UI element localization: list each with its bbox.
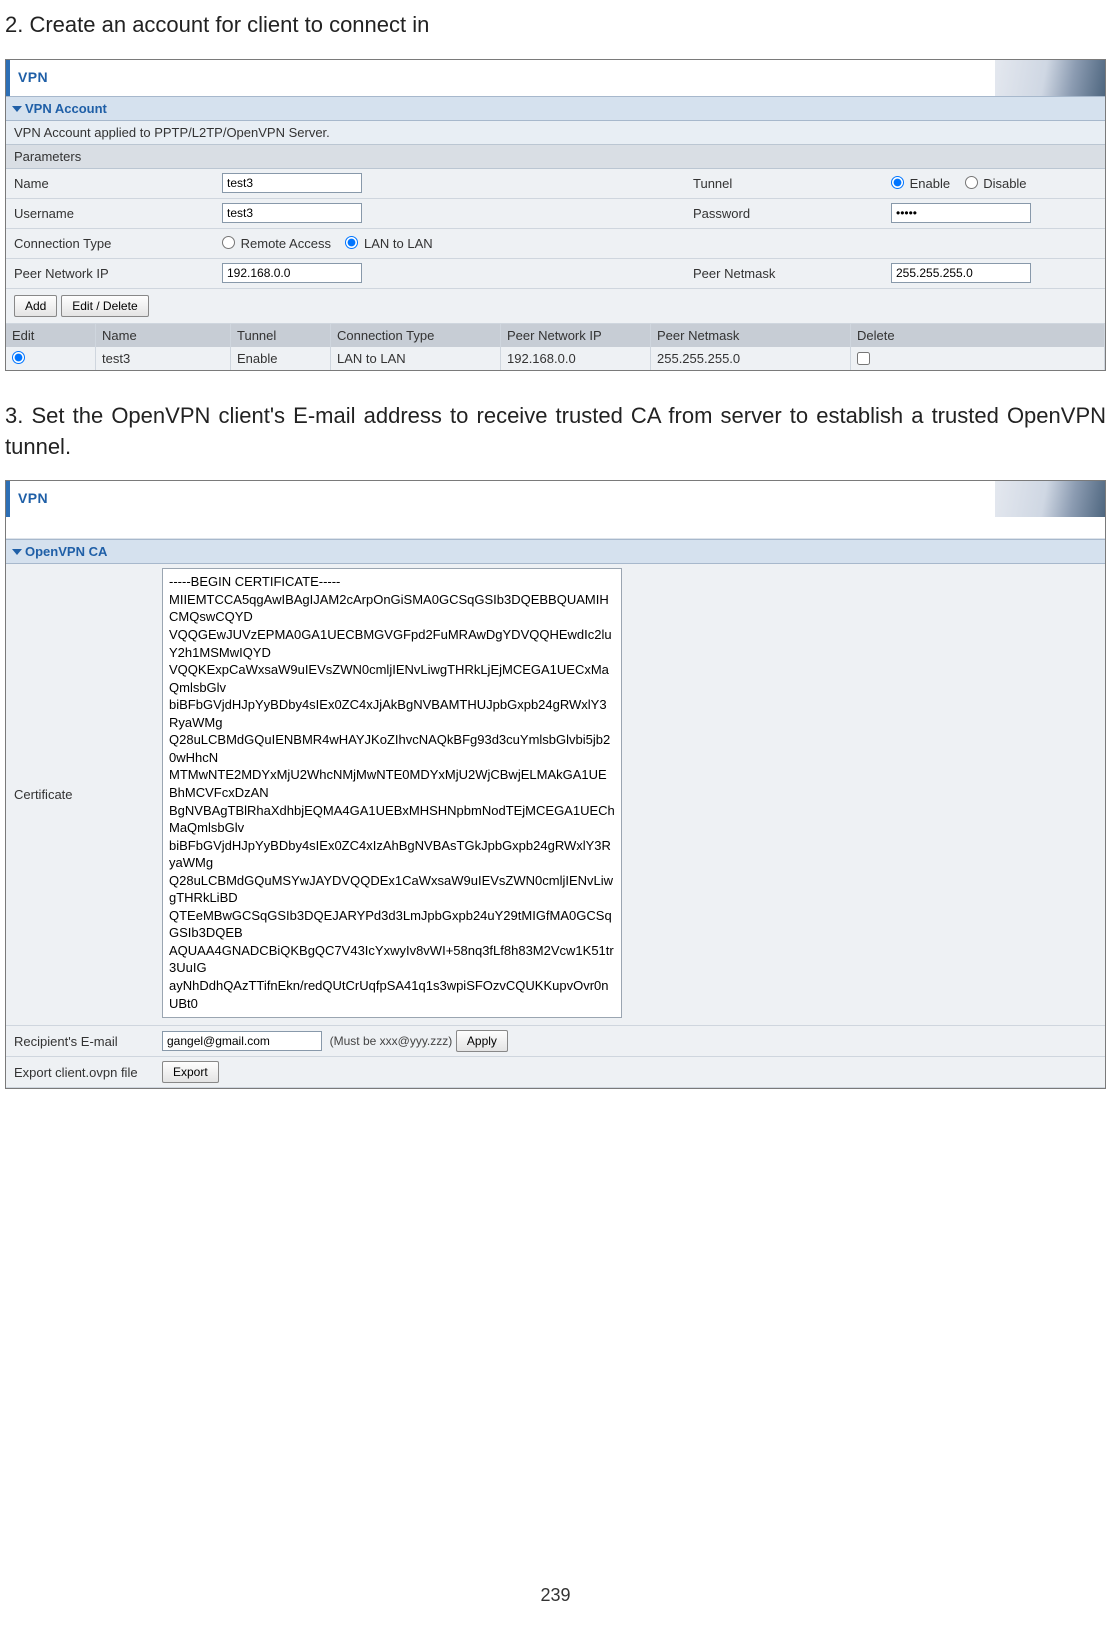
row-delete-checkbox[interactable] bbox=[857, 352, 870, 365]
radio-enable[interactable]: Enable bbox=[891, 176, 950, 191]
row-export: Export client.ovpn file Export bbox=[6, 1057, 1105, 1088]
section-vpn-account[interactable]: VPN Account bbox=[6, 96, 1105, 121]
edit-delete-button[interactable]: Edit / Delete bbox=[61, 295, 148, 317]
input-name[interactable] bbox=[222, 173, 362, 193]
decorative-banner bbox=[995, 481, 1105, 517]
label-connection-type: Connection Type bbox=[6, 231, 216, 256]
decorative-banner bbox=[995, 60, 1105, 96]
page-number: 239 bbox=[0, 1585, 1111, 1606]
tab-row: VPN bbox=[6, 60, 1105, 96]
vpn-account-info: VPN Account applied to PPTP/L2TP/OpenVPN… bbox=[6, 121, 1105, 145]
td-name: test3 bbox=[96, 347, 231, 370]
add-button[interactable]: Add bbox=[14, 295, 57, 317]
row-recipient-email: Recipient's E-mail (Must be xxx@yyy.zzz)… bbox=[6, 1026, 1105, 1057]
td-peer-network-ip: 192.168.0.0 bbox=[501, 347, 651, 370]
label-certificate: Certificate bbox=[6, 564, 156, 1025]
openvpn-ca-panel: VPN OpenVPN CA Certificate Recipient's E… bbox=[5, 480, 1106, 1089]
chevron-down-icon bbox=[12, 549, 22, 555]
table-header: Edit Name Tunnel Connection Type Peer Ne… bbox=[6, 324, 1105, 347]
input-peer-netmask[interactable] bbox=[891, 263, 1031, 283]
label-recipient-email: Recipient's E-mail bbox=[6, 1026, 156, 1056]
label-tunnel: Tunnel bbox=[685, 171, 885, 196]
email-hint: (Must be xxx@yyy.zzz) bbox=[330, 1034, 453, 1048]
tab-vpn-2[interactable]: VPN bbox=[10, 481, 56, 517]
step-2-text: 2. Create an account for client to conne… bbox=[5, 10, 1106, 41]
textarea-certificate[interactable] bbox=[162, 568, 622, 1018]
spacer-row bbox=[6, 517, 1105, 539]
th-connection-type: Connection Type bbox=[331, 324, 501, 347]
export-button[interactable]: Export bbox=[162, 1061, 219, 1083]
row-name: Name Tunnel Enable Disable bbox=[6, 169, 1105, 199]
radio-lan-to-lan[interactable]: LAN to LAN bbox=[345, 236, 432, 251]
chevron-down-icon bbox=[12, 106, 22, 112]
banner-area-2 bbox=[56, 481, 1105, 517]
label-peer-netmask: Peer Netmask bbox=[685, 261, 885, 286]
td-tunnel: Enable bbox=[231, 347, 331, 370]
td-connection-type: LAN to LAN bbox=[331, 347, 501, 370]
vpn-account-panel: VPN VPN Account VPN Account applied to P… bbox=[5, 59, 1106, 371]
th-edit: Edit bbox=[6, 324, 96, 347]
th-name: Name bbox=[96, 324, 231, 347]
table-row: test3 Enable LAN to LAN 192.168.0.0 255.… bbox=[6, 347, 1105, 370]
label-password: Password bbox=[685, 201, 885, 226]
input-password[interactable] bbox=[891, 203, 1031, 223]
label-name: Name bbox=[6, 171, 216, 196]
input-peer-network-ip[interactable] bbox=[222, 263, 362, 283]
apply-button[interactable]: Apply bbox=[456, 1030, 508, 1052]
row-username: Username Password bbox=[6, 199, 1105, 229]
parameters-header: Parameters bbox=[6, 145, 1105, 169]
row-edit-radio[interactable] bbox=[12, 351, 25, 364]
label-peer-network-ip: Peer Network IP bbox=[6, 261, 216, 286]
radio-disable[interactable]: Disable bbox=[965, 176, 1027, 191]
step-3-text: 3. Set the OpenVPN client's E-mail addre… bbox=[5, 401, 1106, 463]
label-username: Username bbox=[6, 201, 216, 226]
button-row: Add Edit / Delete bbox=[6, 289, 1105, 324]
label-export-row: Export client.ovpn file bbox=[6, 1057, 156, 1087]
tab-vpn[interactable]: VPN bbox=[10, 60, 56, 96]
td-peer-netmask: 255.255.255.0 bbox=[651, 347, 851, 370]
radio-remote-access[interactable]: Remote Access bbox=[222, 236, 331, 251]
th-peer-network-ip: Peer Network IP bbox=[501, 324, 651, 347]
row-peer-network: Peer Network IP Peer Netmask bbox=[6, 259, 1105, 289]
row-certificate: Certificate bbox=[6, 564, 1105, 1026]
input-recipient-email[interactable] bbox=[162, 1031, 322, 1051]
section-openvpn-ca[interactable]: OpenVPN CA bbox=[6, 539, 1105, 564]
tab-row-2: VPN bbox=[6, 481, 1105, 517]
th-peer-netmask: Peer Netmask bbox=[651, 324, 851, 347]
banner-area bbox=[56, 60, 1105, 96]
th-delete: Delete bbox=[851, 324, 1105, 347]
th-tunnel: Tunnel bbox=[231, 324, 331, 347]
row-connection-type: Connection Type Remote Access LAN to LAN bbox=[6, 229, 1105, 259]
input-username[interactable] bbox=[222, 203, 362, 223]
